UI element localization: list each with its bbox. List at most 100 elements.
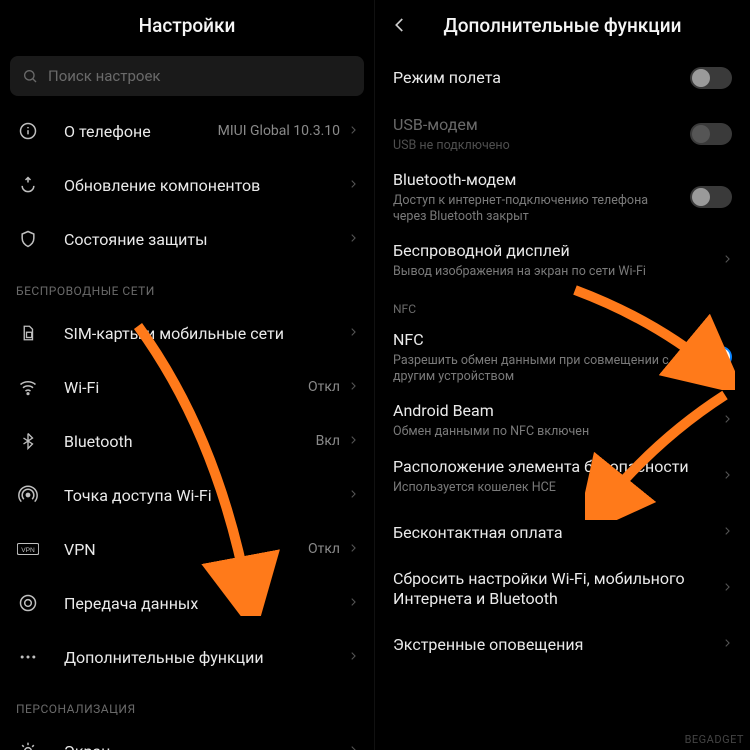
row-title: NFC <box>393 330 680 350</box>
settings-row-more[interactable]: Дополнительные функции <box>0 630 374 684</box>
chevron-right-icon <box>722 467 732 486</box>
chevron-right-icon <box>348 540 358 559</box>
vpn-icon: VPN <box>16 537 40 561</box>
settings-row-update[interactable]: Обновление компонентов <box>0 158 374 212</box>
toggle-switch[interactable] <box>690 67 732 89</box>
row-label: Экран <box>64 742 348 750</box>
bt-icon <box>16 429 40 453</box>
advanced-row[interactable]: Bluetooth-модем Доступ к интернет-подключ… <box>375 162 750 232</box>
row-title: Режим полета <box>393 68 680 88</box>
chevron-right-icon <box>348 122 358 141</box>
settings-row-hotspot[interactable]: Точка доступа Wi-Fi <box>0 468 374 522</box>
data-icon <box>16 591 40 615</box>
display-icon <box>16 739 40 750</box>
advanced-row[interactable]: Сбросить настройки Wi-Fi, мобильного Инт… <box>375 561 750 617</box>
chevron-right-icon <box>348 176 358 195</box>
settings-row-shield[interactable]: Состояние защиты <box>0 212 374 266</box>
watermark: BEGADGET <box>685 733 744 746</box>
row-label: Bluetooth <box>64 432 316 451</box>
settings-row-display[interactable]: Экран <box>0 724 374 750</box>
chevron-right-icon <box>722 579 732 598</box>
row-subtitle: Разрешить обмен данными при совмещении с… <box>393 353 680 384</box>
advanced-row[interactable]: Бесконтактная оплата <box>375 505 750 561</box>
settings-row-data[interactable]: Передача данных <box>0 576 374 630</box>
chevron-right-icon <box>722 635 732 654</box>
shield-icon <box>16 227 40 251</box>
chevron-right-icon <box>348 324 358 343</box>
section-personal: ПЕРСОНАЛИЗАЦИЯ <box>0 684 374 724</box>
row-subtitle: Вывод изображения на экран по сети Wi-Fi <box>393 264 712 280</box>
settings-row-bt[interactable]: BluetoothВкл <box>0 414 374 468</box>
toggle-switch[interactable] <box>690 186 732 208</box>
toggle-switch[interactable] <box>690 346 732 368</box>
chevron-right-icon <box>348 230 358 249</box>
row-label: SIM-карты и мобильные сети <box>64 324 348 343</box>
header: Настройки <box>0 0 374 50</box>
search-placeholder: Поиск настроек <box>48 67 161 85</box>
row-title: Экстренные оповещения <box>393 635 712 655</box>
advanced-row[interactable]: Android Beam Обмен данными по NFC включен <box>375 393 750 449</box>
row-title: Bluetooth-модем <box>393 170 680 190</box>
wifi-icon <box>16 375 40 399</box>
row-label: О телефоне <box>64 122 218 141</box>
sim-icon <box>16 321 40 345</box>
row-label: Передача данных <box>64 594 348 613</box>
chevron-right-icon <box>348 432 358 451</box>
section-nfc: NFC <box>375 288 750 322</box>
row-label: Дополнительные функции <box>64 648 348 667</box>
page-title: Настройки <box>139 14 236 37</box>
row-title: Сбросить настройки Wi-Fi, мобильного Инт… <box>393 569 712 609</box>
settings-screen: Настройки Поиск настроек О телефонеMIUI … <box>0 0 375 750</box>
chevron-right-icon <box>348 742 358 750</box>
toggle-switch <box>690 123 732 145</box>
row-subtitle: Используется кошелек HCE <box>393 480 712 496</box>
advanced-row[interactable]: Режим полета <box>375 50 750 106</box>
advanced-screen: Дополнительные функции Режим полета USB-м… <box>375 0 750 750</box>
row-value: Откл <box>308 541 340 557</box>
info-icon <box>16 119 40 143</box>
row-value: MIUI Global 10.3.10 <box>218 123 340 139</box>
hotspot-icon <box>16 483 40 507</box>
search-input[interactable]: Поиск настроек <box>10 56 364 96</box>
search-icon <box>22 68 38 84</box>
row-subtitle: Обмен данными по NFC включен <box>393 424 712 440</box>
advanced-row[interactable]: Беспроводной дисплей Вывод изображения на… <box>375 232 750 288</box>
row-value: Откл <box>308 379 340 395</box>
row-title: USB-модем <box>393 115 680 135</box>
settings-row-info[interactable]: О телефонеMIUI Global 10.3.10 <box>0 104 374 158</box>
chevron-right-icon <box>348 378 358 397</box>
chevron-right-icon <box>722 411 732 430</box>
row-subtitle: USB не подключено <box>393 138 680 154</box>
row-subtitle: Доступ к интернет-подключению телефона ч… <box>393 193 680 224</box>
back-button[interactable] <box>389 14 411 36</box>
settings-row-vpn[interactable]: VPNVPNОткл <box>0 522 374 576</box>
advanced-row[interactable]: USB-модем USB не подключено <box>375 106 750 162</box>
row-title: Расположение элемента безопасности <box>393 457 712 477</box>
chevron-right-icon <box>348 648 358 667</box>
row-title: Беспроводной дисплей <box>393 241 712 261</box>
advanced-row[interactable]: Экстренные оповещения <box>375 617 750 673</box>
row-label: VPN <box>64 540 308 559</box>
row-label: Точка доступа Wi-Fi <box>64 486 348 505</box>
settings-row-sim[interactable]: SIM-карты и мобильные сети <box>0 306 374 360</box>
chevron-right-icon <box>722 251 732 270</box>
chevron-right-icon <box>348 486 358 505</box>
more-icon <box>16 645 40 669</box>
row-title: Android Beam <box>393 401 712 421</box>
page-title: Дополнительные функции <box>444 14 682 37</box>
update-icon <box>16 173 40 197</box>
settings-row-wifi[interactable]: Wi-FiОткл <box>0 360 374 414</box>
section-wireless: БЕСПРОВОДНЫЕ СЕТИ <box>0 266 374 306</box>
svg-text:VPN: VPN <box>21 547 35 554</box>
row-value: Вкл <box>316 433 340 449</box>
row-label: Wi-Fi <box>64 378 308 397</box>
row-label: Состояние защиты <box>64 230 348 249</box>
chevron-right-icon <box>348 594 358 613</box>
header: Дополнительные функции <box>375 0 750 50</box>
row-title: Бесконтактная оплата <box>393 523 712 543</box>
chevron-right-icon <box>722 523 732 542</box>
row-label: Обновление компонентов <box>64 176 348 195</box>
advanced-row[interactable]: Расположение элемента безопасности Исполь… <box>375 449 750 505</box>
chevron-left-icon <box>391 16 409 34</box>
advanced-row[interactable]: NFC Разрешить обмен данными при совмещени… <box>375 322 750 392</box>
